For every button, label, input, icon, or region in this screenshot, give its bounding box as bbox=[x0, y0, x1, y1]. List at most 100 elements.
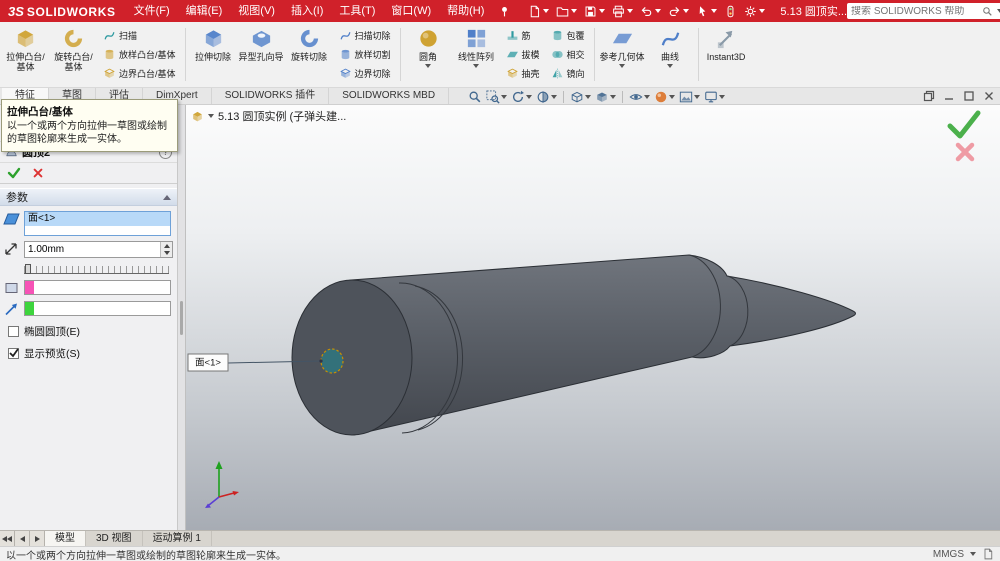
chevron-down-icon bbox=[585, 94, 591, 99]
distance-input[interactable] bbox=[25, 242, 160, 257]
ribbon-revolve-cut-button[interactable]: 旋转切除 bbox=[286, 24, 333, 85]
distance-slider[interactable] bbox=[24, 263, 169, 274]
previous-view-button[interactable] bbox=[511, 90, 532, 104]
undo-button[interactable] bbox=[637, 1, 664, 21]
viewport-document-tab[interactable]: 5.13 圆顶实例 (子弹头建... bbox=[191, 108, 346, 124]
search-icon[interactable] bbox=[982, 6, 993, 17]
ribbon-divider bbox=[593, 28, 595, 81]
ribbon-revolve-boss-button[interactable]: 旋转凸台/基体 bbox=[50, 24, 97, 85]
bullet-model[interactable] bbox=[291, 254, 856, 436]
constraint-selection-row bbox=[3, 280, 171, 296]
doc-close-button[interactable] bbox=[981, 89, 997, 103]
tab-solidworks-addins[interactable]: SOLIDWORKS 插件 bbox=[212, 88, 330, 104]
zoom-fit-button[interactable] bbox=[468, 90, 482, 104]
ribbon-boundary-cut-button[interactable]: 边界切除 bbox=[337, 65, 393, 82]
show-preview-checkbox-row[interactable]: 显示预览(S) bbox=[8, 346, 171, 361]
help-search-input[interactable] bbox=[851, 5, 979, 17]
chevron-down-icon bbox=[970, 552, 976, 556]
tab-solidworks-mbd[interactable]: SOLIDWORKS MBD bbox=[329, 88, 450, 104]
display-style-icon bbox=[595, 90, 609, 104]
ribbon-loft-cut-button[interactable]: 放样切割 bbox=[337, 46, 393, 63]
graphics-viewport[interactable]: 面<1> 5.13 圆顶实例 (子弹头建... bbox=[186, 105, 1000, 530]
doc-cascade-button[interactable] bbox=[921, 89, 937, 103]
new-document-button[interactable] bbox=[525, 1, 552, 21]
display-style-button[interactable] bbox=[595, 90, 616, 104]
constraint-selection-field[interactable] bbox=[24, 280, 171, 295]
edit-appearance-button[interactable] bbox=[654, 90, 675, 104]
spin-up-button[interactable] bbox=[161, 242, 172, 250]
cancel-x-button[interactable] bbox=[32, 167, 44, 179]
doc-restore-button[interactable] bbox=[961, 89, 977, 103]
ribbon-linear-pattern-button[interactable]: 线性阵列 bbox=[453, 24, 500, 85]
menu-tools[interactable]: 工具(T) bbox=[331, 0, 383, 22]
menu-pin-icon[interactable] bbox=[492, 5, 517, 18]
view-orientation-button[interactable] bbox=[570, 90, 591, 104]
zoom-area-button[interactable] bbox=[486, 90, 507, 104]
panel-splitter[interactable] bbox=[178, 105, 186, 530]
ribbon-wrap-button[interactable]: 包覆 bbox=[549, 27, 587, 44]
ok-check-button[interactable] bbox=[7, 166, 21, 180]
graphics-scene[interactable]: 面<1> bbox=[186, 105, 1000, 530]
ribbon-hole-wizard-button[interactable]: 异型孔向导 bbox=[238, 24, 285, 85]
spin-down-button[interactable] bbox=[161, 249, 172, 257]
menu-insert[interactable]: 插入(I) bbox=[283, 0, 331, 22]
ribbon-extrude-boss-button[interactable]: 拉伸凸台/基体 bbox=[2, 24, 49, 85]
direction-selection-field[interactable] bbox=[24, 301, 171, 316]
ribbon-intersect-button[interactable]: 相交 bbox=[549, 46, 587, 63]
units-selector[interactable]: MMGS bbox=[933, 549, 964, 560]
ribbon-instant3d-button[interactable]: Instant3D bbox=[703, 24, 750, 85]
status-tag-icon[interactable] bbox=[982, 548, 994, 560]
hide-show-items-button[interactable] bbox=[629, 90, 650, 104]
checkbox-checked[interactable] bbox=[8, 348, 19, 359]
ribbon-draft-button[interactable]: 拔模 bbox=[504, 46, 542, 63]
ribbon-curves-button[interactable]: 曲线 bbox=[647, 24, 694, 85]
menu-file[interactable]: 文件(F) bbox=[126, 0, 178, 22]
checkbox-unchecked[interactable] bbox=[8, 326, 19, 337]
wrap-intersect-mirror-column: 包覆 相交 镜向 bbox=[546, 24, 590, 85]
ribbon-reference-geometry-button[interactable]: 参考几何体 bbox=[599, 24, 646, 85]
nav-first-button[interactable] bbox=[0, 531, 15, 546]
menu-edit[interactable]: 编辑(E) bbox=[178, 0, 231, 22]
ribbon-rib-button[interactable]: 筋 bbox=[504, 27, 542, 44]
ribbon-mirror-button[interactable]: 镜向 bbox=[549, 65, 587, 82]
ribbon-sweep-button[interactable]: 扫描 bbox=[101, 27, 178, 44]
ribbon-fillet-button[interactable]: 圆角 bbox=[405, 24, 452, 85]
ribbon-extrude-cut-button[interactable]: 拉伸切除 bbox=[190, 24, 237, 85]
apply-scene-button[interactable] bbox=[679, 90, 700, 104]
selected-face-item[interactable]: 面<1> bbox=[25, 212, 170, 226]
zoom-fit-icon bbox=[468, 90, 482, 104]
redo-button[interactable] bbox=[665, 1, 692, 21]
menu-view[interactable]: 视图(V) bbox=[230, 0, 283, 22]
ribbon-sweep-cut-button[interactable]: 扫描切除 bbox=[337, 27, 393, 44]
nav-next-button[interactable] bbox=[30, 531, 45, 546]
select-button[interactable] bbox=[693, 1, 720, 21]
splitter-grip[interactable] bbox=[180, 301, 183, 335]
model-back-face[interactable] bbox=[291, 279, 413, 436]
menu-help[interactable]: 帮助(H) bbox=[439, 0, 492, 22]
confirm-cancel-button[interactable] bbox=[955, 142, 975, 162]
open-button[interactable] bbox=[553, 1, 580, 21]
chevron-down-icon bbox=[627, 9, 634, 13]
ribbon-shell-button[interactable]: 抽壳 bbox=[504, 65, 542, 82]
tab-model[interactable]: 模型 bbox=[45, 531, 86, 546]
elliptical-dome-checkbox-row[interactable]: 椭圆圆顶(E) bbox=[8, 324, 171, 339]
selected-face-highlight[interactable] bbox=[320, 348, 344, 374]
app-titlebar: 3S SOLIDWORKS 文件(F) 编辑(E) 视图(V) 插入(I) 工具… bbox=[0, 0, 1000, 22]
nav-prev-button[interactable] bbox=[15, 531, 30, 546]
rebuild-button[interactable] bbox=[721, 1, 740, 21]
tab-motion-study[interactable]: 运动算例 1 bbox=[143, 531, 212, 546]
confirm-ok-button[interactable] bbox=[947, 110, 981, 139]
slider-thumb[interactable] bbox=[25, 264, 31, 274]
tab-3d-views[interactable]: 3D 视图 bbox=[86, 531, 143, 546]
menu-window[interactable]: 窗口(W) bbox=[383, 0, 439, 22]
doc-minimize-button[interactable] bbox=[941, 89, 957, 103]
view-settings-button[interactable] bbox=[704, 90, 725, 104]
ribbon-loft-button[interactable]: 放样凸台/基体 bbox=[101, 46, 178, 63]
face-selection-listbox[interactable]: 面<1> bbox=[24, 211, 171, 236]
save-button[interactable] bbox=[581, 1, 608, 21]
options-button[interactable] bbox=[741, 1, 768, 21]
parameters-section-header[interactable]: 参数 bbox=[0, 188, 177, 206]
ribbon-boundary-boss-button[interactable]: 边界凸台/基体 bbox=[101, 65, 178, 82]
print-button[interactable] bbox=[609, 1, 636, 21]
section-view-button[interactable] bbox=[536, 90, 557, 104]
